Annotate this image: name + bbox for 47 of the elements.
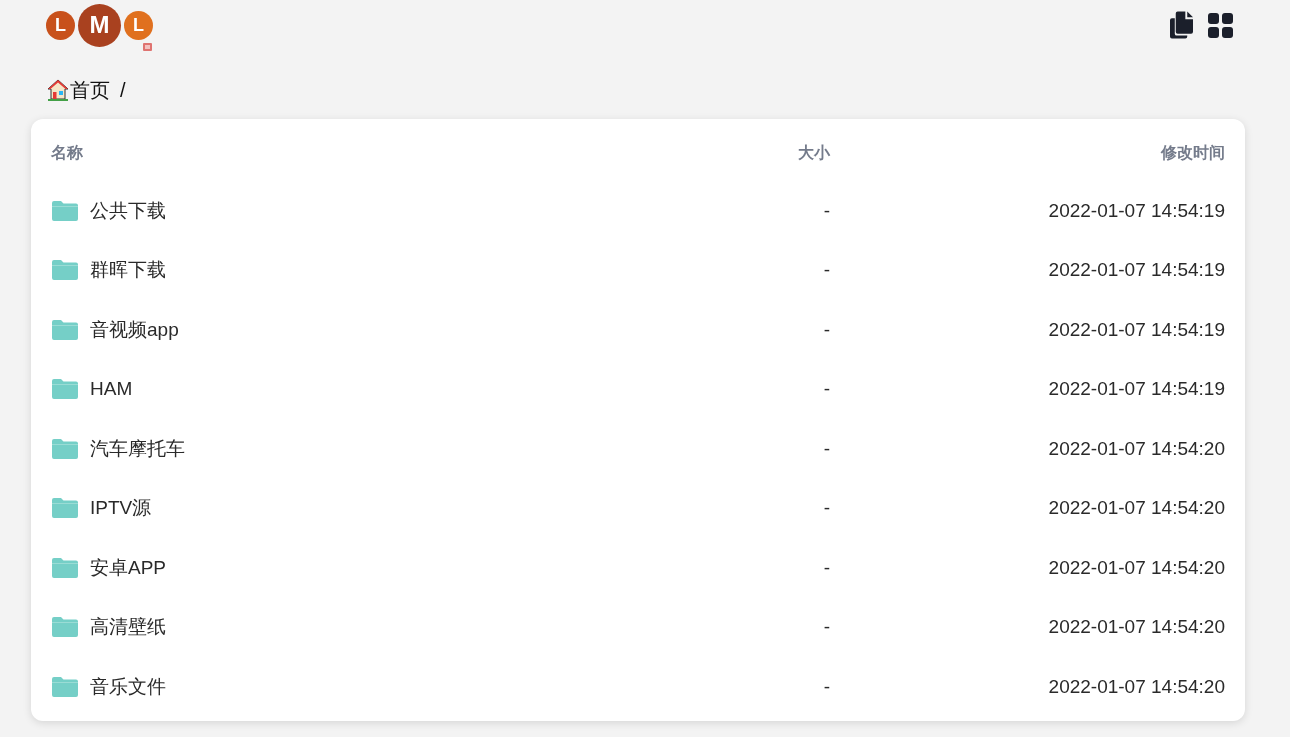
size-cell: - (823, 437, 830, 460)
size-cell: - (823, 318, 830, 341)
breadcrumb-separator: / (120, 78, 126, 102)
logo-letter[interactable]: M (78, 3, 121, 47)
folder-link[interactable]: IPTV源 (90, 495, 152, 522)
size-cell: - (823, 259, 830, 282)
modified-time-cell: 2022-01-07 14:54:20 (1048, 437, 1225, 460)
folder-icon (52, 260, 78, 281)
logo-letter[interactable]: L (46, 10, 75, 40)
folder-link[interactable]: 群晖下载 (90, 257, 166, 284)
size-cell: - (823, 556, 830, 579)
modified-time-cell: 2022-01-07 14:54:20 (1048, 497, 1225, 520)
seal-icon (143, 42, 152, 51)
folder-icon (52, 438, 78, 459)
column-header: 修改时间 (1161, 142, 1225, 163)
modified-time-cell: 2022-01-07 14:54:20 (1048, 675, 1225, 698)
size-cell: - (823, 616, 830, 639)
modified-time-cell: 2022-01-07 14:54:19 (1048, 259, 1225, 282)
size-cell: - (823, 675, 830, 698)
column-header: 名称 (51, 142, 83, 163)
size-cell: - (823, 199, 830, 222)
breadcrumb-link[interactable]: 首页 (70, 76, 110, 104)
size-cell: - (823, 497, 830, 520)
column-header: 大小 (798, 142, 830, 163)
folder-icon (52, 200, 78, 221)
files-icon[interactable] (1170, 11, 1193, 39)
house-icon (47, 79, 69, 101)
folder-icon (52, 557, 78, 578)
folder-link[interactable]: 音视频app (90, 316, 179, 343)
grid-view-icon[interactable] (1208, 12, 1233, 38)
modified-time-cell: 2022-01-07 14:54:19 (1048, 199, 1225, 222)
folder-link[interactable]: 高清壁纸 (90, 614, 166, 641)
size-cell: - (823, 378, 830, 401)
folder-link[interactable]: 安卓APP (90, 554, 167, 581)
folder-link[interactable]: 音乐文件 (90, 673, 166, 700)
modified-time-cell: 2022-01-07 14:54:19 (1048, 378, 1225, 401)
folder-link[interactable]: HAM (90, 378, 133, 401)
folder-icon (52, 498, 78, 519)
folder-link[interactable]: 汽车摩托车 (90, 435, 185, 462)
folder-link[interactable]: 公共下载 (90, 197, 166, 224)
folder-icon (52, 676, 78, 697)
modified-time-cell: 2022-01-07 14:54:19 (1048, 318, 1225, 341)
folder-icon (52, 379, 78, 400)
folder-icon (52, 617, 78, 638)
modified-time-cell: 2022-01-07 14:54:20 (1048, 616, 1225, 639)
folder-icon (52, 319, 78, 340)
modified-time-cell: 2022-01-07 14:54:20 (1048, 556, 1225, 579)
